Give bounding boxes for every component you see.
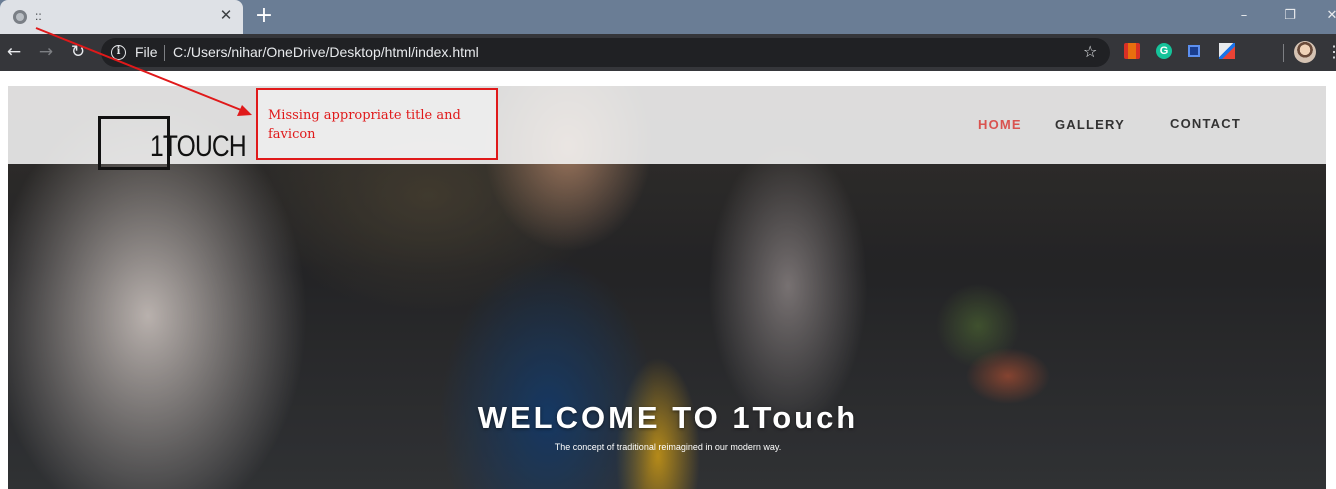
browser-tabstrip: :: ✕ + – ❐ ✕ xyxy=(0,0,1336,34)
window-close-button[interactable]: ✕ xyxy=(1322,6,1336,26)
nav-home[interactable]: HOME xyxy=(978,117,1022,132)
tab-title: :: xyxy=(35,9,42,23)
blue-square-extension-icon[interactable] xyxy=(1188,45,1200,57)
url-scheme: File xyxy=(135,44,158,60)
minimize-button[interactable]: – xyxy=(1234,6,1254,26)
annotation-callout: Missing appropriate title and favicon xyxy=(256,88,498,160)
nav-gallery[interactable]: GALLERY xyxy=(1055,117,1125,132)
site-header: 1TOUCH HOME GALLERY CONTACT xyxy=(8,86,1326,170)
browser-toolbar: ← → ↻ i File C:/Users/nihar/OneDrive/Des… xyxy=(0,34,1336,71)
restore-button[interactable]: ❐ xyxy=(1280,6,1300,26)
url-text[interactable]: C:/Users/nihar/OneDrive/Desktop/html/ind… xyxy=(173,44,479,60)
logo-text: 1TOUCH xyxy=(150,130,247,163)
drawing-extension-icon[interactable] xyxy=(1219,43,1235,59)
nav-contact[interactable]: CONTACT xyxy=(1170,116,1241,131)
star-icon[interactable]: ☆ xyxy=(1083,42,1097,61)
close-icon[interactable]: ✕ xyxy=(218,8,234,24)
browser-tab[interactable]: :: ✕ xyxy=(0,0,243,34)
reload-button[interactable]: ↻ xyxy=(68,42,88,62)
default-favicon-icon xyxy=(13,10,27,24)
hero-subtitle: The concept of traditional reimagined in… xyxy=(554,442,782,452)
forward-button[interactable]: → xyxy=(36,42,56,62)
back-button[interactable]: ← xyxy=(4,42,24,62)
hero-title: WELCOME TO 1Touch xyxy=(477,400,859,435)
annotation-text: Missing appropriate title and favicon xyxy=(268,108,461,142)
toolbar-divider xyxy=(1283,44,1284,62)
plus-icon[interactable]: + xyxy=(254,5,274,27)
address-bar[interactable]: i File C:/Users/nihar/OneDrive/Desktop/h… xyxy=(101,38,1110,67)
site-logo[interactable]: 1TOUCH xyxy=(98,116,247,170)
menu-icon[interactable]: ⋮ xyxy=(1326,42,1336,62)
address-divider xyxy=(164,45,165,61)
info-icon[interactable]: i xyxy=(111,45,126,60)
grammarly-extension-icon[interactable]: G xyxy=(1156,43,1172,59)
red-bookmark-extension-icon[interactable] xyxy=(1124,43,1140,59)
profile-avatar[interactable] xyxy=(1294,41,1316,63)
